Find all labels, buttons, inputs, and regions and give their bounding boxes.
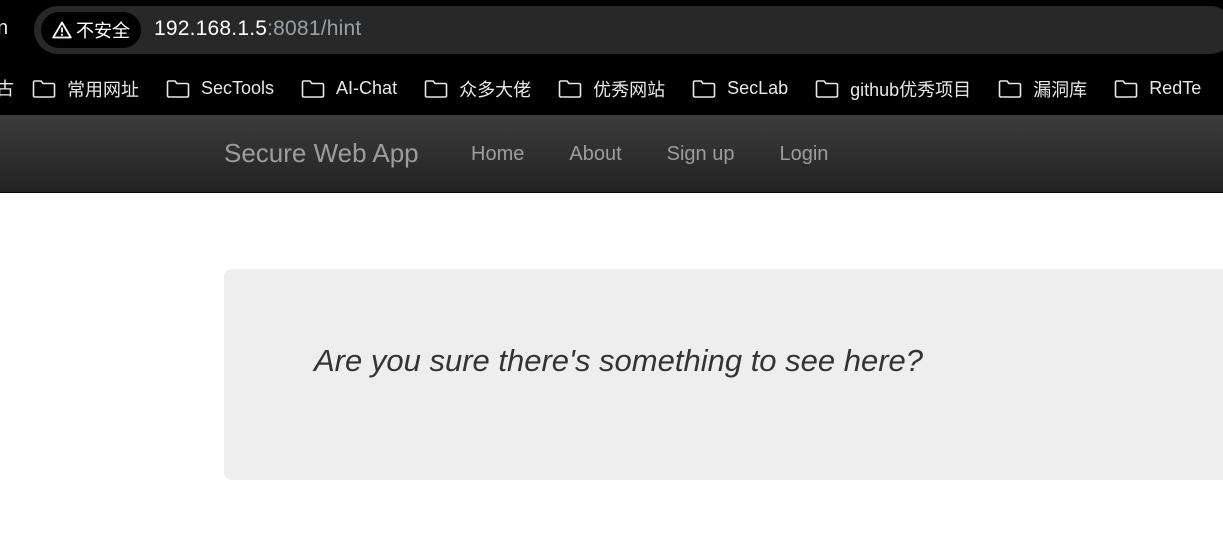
tab-edge-glyph: n <box>0 17 9 39</box>
bookmark-list: 常用网址 SecTools AI-Chat 众多大佬 优秀网站 SecLab g… <box>32 62 1223 115</box>
bookmark-label: 常用网址 <box>67 79 139 100</box>
address-bar[interactable]: 不安全 192.168.1.5:8081/hint <box>34 6 1223 54</box>
bookmark-folder[interactable]: RedTe <box>1114 78 1201 99</box>
bookmark-label: 漏洞库 <box>1033 79 1088 100</box>
bookmark-label: SecLab <box>727 78 789 98</box>
security-indicator[interactable]: 不安全 <box>41 12 141 48</box>
bookmark-folder[interactable]: 漏洞库 <box>998 76 1087 102</box>
hint-panel: Are you sure there's something to see he… <box>224 269 1223 480</box>
browser-top-bar: n 不安全 192.168.1.5:8081/hint <box>0 0 1223 62</box>
url-path: :8081/hint <box>267 17 362 40</box>
bookmark-folder[interactable]: SecTools <box>166 78 274 99</box>
nav-login-link[interactable]: Login <box>779 143 828 166</box>
folder-icon <box>32 79 56 98</box>
warning-icon <box>52 21 72 39</box>
bookmarks-bar: 古 常用网址 SecTools AI-Chat 众多大佬 优秀网站 SecLab <box>0 62 1223 116</box>
bookmark-folder[interactable]: 众多大佬 <box>424 76 531 102</box>
bookmark-cut-label[interactable]: 古 <box>0 75 14 101</box>
bookmark-label: github优秀项目 <box>850 79 972 100</box>
site-navbar: Secure Web App Home About Sign up Login <box>0 116 1223 193</box>
url-text[interactable]: 192.168.1.5:8081/hint <box>154 17 361 41</box>
bookmark-folder[interactable]: 优秀网站 <box>558 76 665 102</box>
folder-icon <box>692 79 716 98</box>
folder-icon <box>424 79 448 98</box>
brand-link[interactable]: Secure Web App <box>224 138 419 169</box>
folder-icon <box>166 79 190 98</box>
bookmark-folder[interactable]: AI-Chat <box>301 78 397 99</box>
folder-icon <box>1114 79 1138 98</box>
bookmark-folder[interactable]: 常用网址 <box>32 76 139 102</box>
security-label: 不安全 <box>76 21 130 41</box>
folder-icon <box>998 79 1022 98</box>
folder-icon <box>301 79 325 98</box>
bookmark-folder[interactable]: github优秀项目 <box>815 76 971 102</box>
folder-icon <box>558 79 582 98</box>
bookmark-label: SecTools <box>201 78 275 98</box>
url-host: 192.168.1.5 <box>154 17 268 40</box>
bookmark-folder[interactable]: SecLab <box>692 78 788 99</box>
bookmark-label: RedTe <box>1149 78 1202 98</box>
nav-about-link[interactable]: About <box>569 143 621 166</box>
bookmark-label: AI-Chat <box>336 78 398 98</box>
hint-message: Are you sure there's something to see he… <box>314 343 924 378</box>
nav-links: Home About Sign up Login <box>471 143 873 166</box>
nav-home-link[interactable]: Home <box>471 143 524 166</box>
folder-icon <box>815 79 839 98</box>
bookmark-label: 众多大佬 <box>459 79 532 100</box>
bookmark-label: 优秀网站 <box>593 79 666 100</box>
nav-signup-link[interactable]: Sign up <box>667 143 735 166</box>
